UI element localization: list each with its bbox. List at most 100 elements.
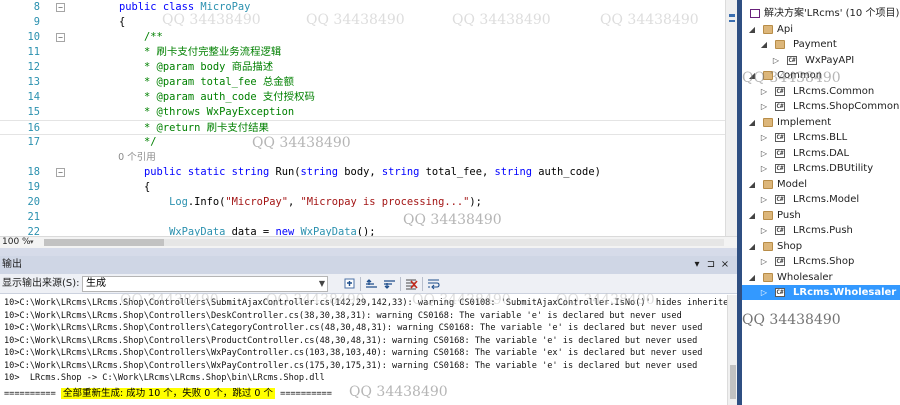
code-line[interactable]: 18 public static string Run(string body,…	[0, 165, 725, 180]
code-line[interactable]: 19 {	[0, 180, 725, 195]
editor-horizontal-scrollbar[interactable]	[44, 239, 724, 246]
output-line[interactable]: 10>C:\Work\LRcms\LRcms.Shop\Controllers\…	[4, 347, 702, 359]
line-number: 13	[27, 76, 40, 88]
collapsed-arrow-icon[interactable]: ▷	[759, 192, 769, 207]
code-line[interactable]: 13 * @param total_fee 总金额	[0, 75, 725, 90]
word-wrap-icon[interactable]	[426, 277, 441, 291]
clear-all-icon[interactable]	[404, 277, 419, 291]
collapsed-arrow-icon[interactable]: ▷	[759, 285, 769, 300]
code-line[interactable]: 16 * @return 刷卡支付结果	[0, 120, 725, 135]
solution-tree-item[interactable]: ▷ C# LRcms.Wholesaler	[742, 285, 900, 300]
expanded-arrow-icon[interactable]: ◢	[747, 68, 757, 83]
solution-tree-item[interactable]: ◢ Model	[742, 177, 900, 192]
code-line[interactable]: 8 public class MicroPay	[0, 0, 725, 15]
solution-tree-item[interactable]: ◢ Api	[742, 22, 900, 37]
output-line[interactable]: 10>C:\Work\LRcms\LRcms.Shop\Controllers\…	[4, 297, 727, 309]
window-position-menu-icon[interactable]: ▾	[690, 257, 704, 273]
solution-tree-item[interactable]: 解决方案'LRcms' (10 个项目)	[742, 6, 900, 21]
codelens-reference-count[interactable]: 0 个引用	[94, 152, 156, 163]
collapsed-arrow-icon[interactable]: ▷	[759, 161, 769, 176]
expanded-arrow-icon[interactable]: ◢	[747, 115, 757, 130]
output-text-area[interactable]: 10>C:\Work\LRcms\LRcms.Shop\Controllers\…	[0, 295, 727, 405]
scrollbar-thumb[interactable]	[730, 365, 736, 399]
code-editor[interactable]: 8 public class MicroPay 9 {10 /** 11 * 刷卡支…	[0, 0, 725, 236]
solution-tree-item[interactable]: ◢ Common	[742, 68, 900, 83]
collapsed-arrow-icon[interactable]: ▷	[759, 254, 769, 269]
expanded-arrow-icon[interactable]: ◢	[747, 270, 757, 285]
output-line[interactable]: 10>C:\Work\LRcms\LRcms.Shop\Controllers\…	[4, 360, 697, 372]
collapsed-arrow-icon[interactable]: ▷	[759, 130, 769, 145]
collapse-method-toggle[interactable]: −	[56, 168, 65, 177]
tree-item-label: Common	[777, 70, 823, 81]
code-line[interactable]: 10 /**	[0, 30, 725, 45]
code-token: * 刷卡支付完整业务流程逻辑	[94, 46, 282, 58]
code-line[interactable]: 12 * @param body 商品描述	[0, 60, 725, 75]
collapse-class-toggle[interactable]: −	[56, 3, 65, 12]
previous-message-icon[interactable]	[364, 277, 379, 291]
code-text: Log.Info("MicroPay", "Micropay is proces…	[94, 195, 482, 210]
tree-item-label: Shop	[777, 240, 803, 252]
tree-item-label: Payment	[793, 39, 837, 50]
editor-vertical-scrollbar[interactable]	[725, 0, 737, 236]
code-line[interactable]: 21	[0, 210, 725, 225]
code-line[interactable]: 22 WxPayData data = new WxPayData();	[0, 225, 725, 236]
solution-tree-item[interactable]: ◢ Wholesaler	[742, 270, 900, 285]
code-token: WxPayData	[300, 226, 357, 236]
code-line[interactable]: 0 个引用	[0, 150, 725, 165]
output-source-dropdown[interactable]: 生成 ▼	[82, 276, 328, 292]
solution-tree-item[interactable]: ▷ C# LRcms.Model	[742, 192, 900, 207]
expanded-arrow-icon[interactable]: ◢	[747, 177, 757, 192]
solution-tree-item[interactable]: ▷ C# LRcms.Push	[742, 223, 900, 238]
collapsed-arrow-icon[interactable]: ▷	[771, 53, 781, 68]
output-line[interactable]: 10>C:\Work\LRcms\LRcms.Shop\Controllers\…	[4, 335, 697, 347]
solution-tree-item[interactable]: ◢ Push	[742, 208, 900, 223]
solution-tree-item[interactable]: ◢ Payment	[742, 37, 900, 52]
close-panel-icon[interactable]: ×	[718, 257, 732, 273]
folder-icon	[763, 210, 773, 220]
collapsed-arrow-icon[interactable]: ▷	[759, 84, 769, 99]
folder-icon	[763, 241, 773, 251]
code-text: * @throws WxPayException	[94, 105, 294, 120]
solution-tree-item[interactable]: ◢ Implement	[742, 115, 900, 130]
collapsed-arrow-icon[interactable]: ▷	[759, 146, 769, 161]
tree-item-label: LRcms.DAL	[793, 147, 850, 159]
code-line[interactable]: 9 {	[0, 15, 725, 30]
code-line[interactable]: 14 * @param auth_code 支付授权码	[0, 90, 725, 105]
line-number: 15	[27, 106, 40, 118]
find-message-in-code-icon[interactable]	[343, 277, 358, 291]
solution-tree-item[interactable]: ▷ C# LRcms.ShopCommon	[742, 99, 900, 114]
scrollbar-thumb[interactable]	[44, 239, 164, 246]
zoom-level[interactable]: 100 %	[2, 237, 31, 248]
solution-tree-item[interactable]: ▷ C# LRcms.DAL	[742, 146, 900, 161]
expanded-arrow-icon[interactable]: ◢	[747, 22, 757, 37]
output-line[interactable]: 10> LRcms.Shop -> C:\Work\LRcms\LRcms.Sh…	[4, 372, 325, 384]
solution-tree-item[interactable]: ◢ Shop	[742, 239, 900, 254]
expanded-arrow-icon[interactable]: ◢	[759, 37, 769, 52]
solution-tree-item[interactable]: ▷ C# WxPayAPI	[742, 53, 900, 68]
collapse-comment-toggle[interactable]: −	[56, 33, 65, 42]
output-vertical-scrollbar[interactable]	[727, 295, 737, 405]
solution-tree-item[interactable]: ▷ C# LRcms.BLL	[742, 130, 900, 145]
solution-tree-item[interactable]: ▷ C# LRcms.DBUtility	[742, 161, 900, 176]
toolbar-separator	[422, 277, 423, 291]
solution-tree-item[interactable]: ▷ C# LRcms.Shop	[742, 254, 900, 269]
zoom-dropdown-caret-icon[interactable]: ▾	[30, 237, 34, 248]
code-line[interactable]: 11 * 刷卡支付完整业务流程逻辑	[0, 45, 725, 60]
code-line[interactable]: 17 */	[0, 135, 725, 150]
csharp-project-icon: C#	[775, 86, 785, 96]
expanded-arrow-icon[interactable]: ◢	[747, 208, 757, 223]
line-number: 10	[27, 31, 40, 43]
code-token: class	[162, 1, 195, 13]
output-source-value: 生成	[86, 278, 106, 289]
output-line[interactable]: 10>C:\Work\LRcms\LRcms.Shop\Controllers\…	[4, 310, 682, 322]
code-line[interactable]: 15 * @throws WxPayException	[0, 105, 725, 120]
collapsed-arrow-icon[interactable]: ▷	[759, 223, 769, 238]
code-line[interactable]: 20 Log.Info("MicroPay", "Micropay is pro…	[0, 195, 725, 210]
output-line[interactable]: 10>C:\Work\LRcms\LRcms.Shop\Controllers\…	[4, 322, 702, 334]
collapsed-arrow-icon[interactable]: ▷	[759, 99, 769, 114]
panel-splitter[interactable]	[0, 248, 737, 256]
next-message-icon[interactable]	[382, 277, 397, 291]
solution-tree-item[interactable]: ▷ C# LRcms.Common	[742, 84, 900, 99]
auto-hide-pin-icon[interactable]: ⊐	[704, 257, 718, 273]
expanded-arrow-icon[interactable]: ◢	[747, 239, 757, 254]
